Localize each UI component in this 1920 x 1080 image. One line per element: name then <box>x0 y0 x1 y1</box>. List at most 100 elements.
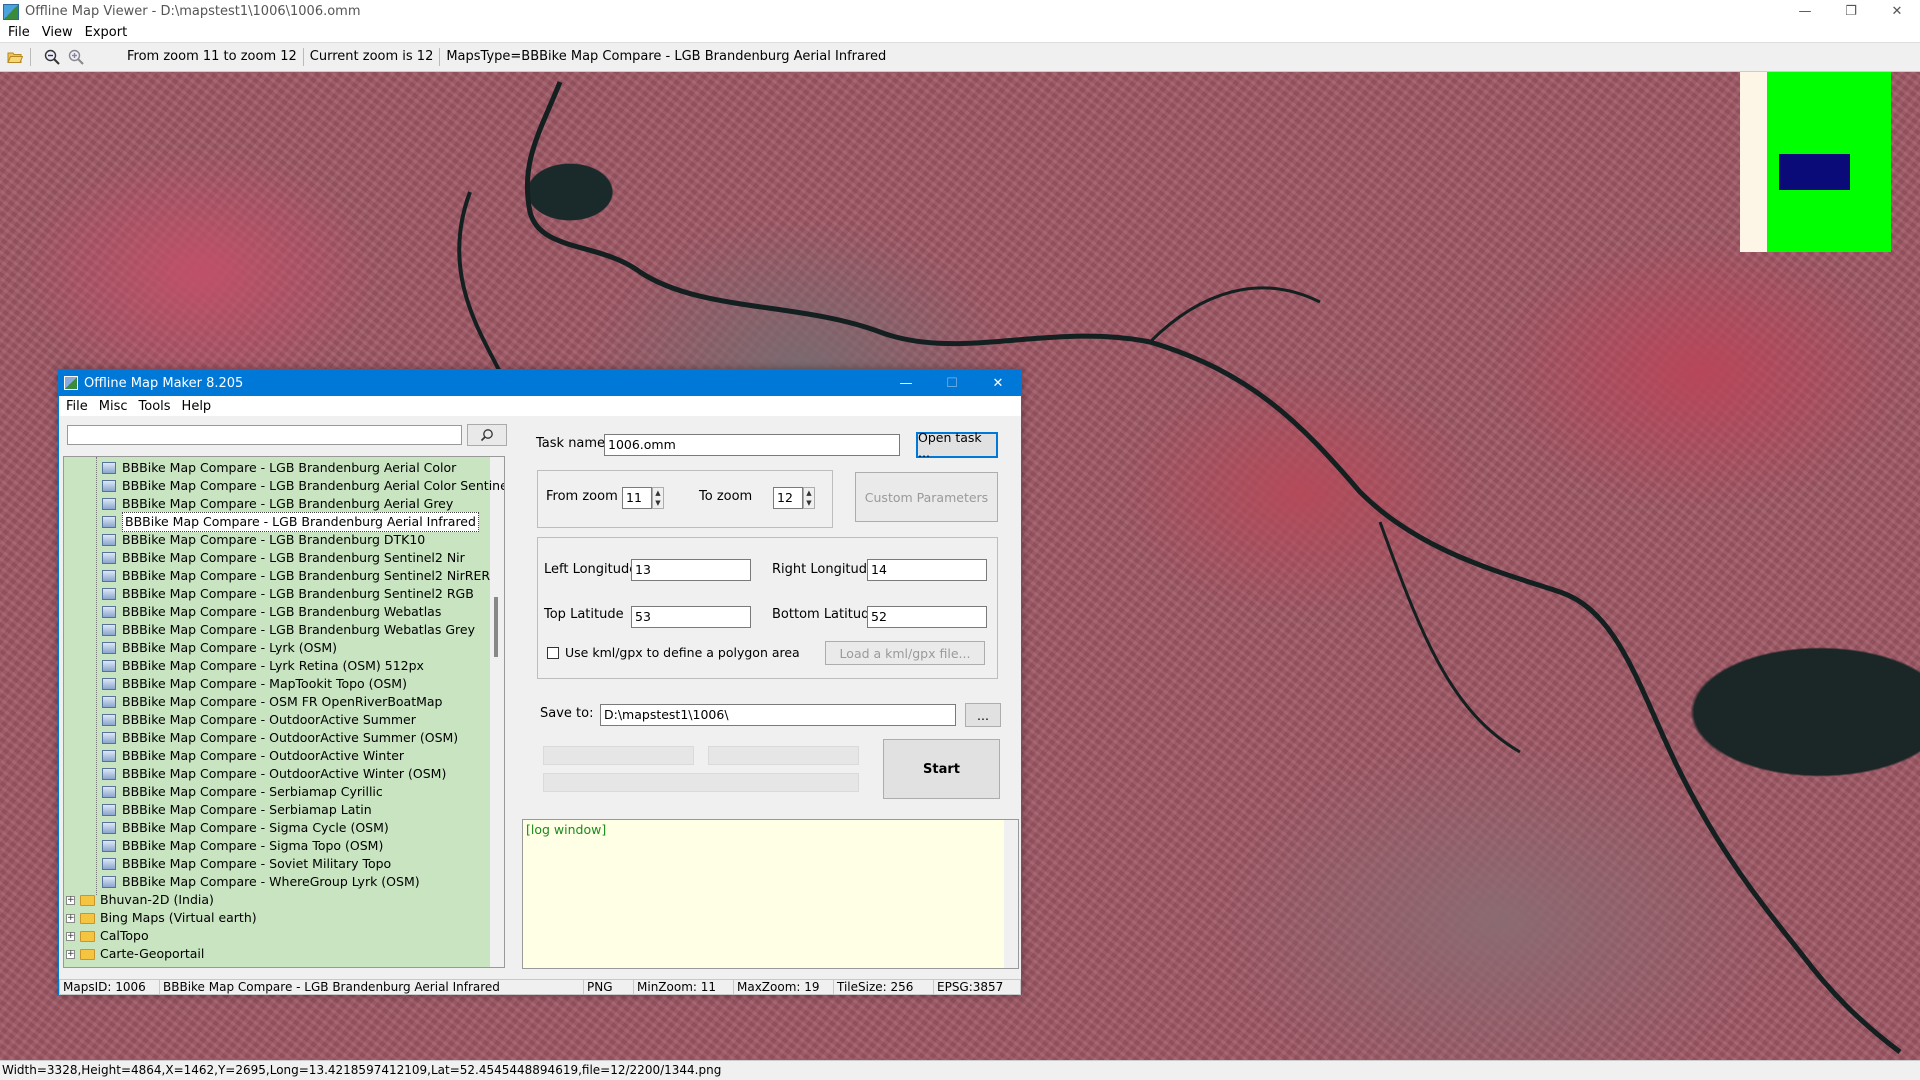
expand-icon[interactable]: + <box>66 968 75 969</box>
tree-item-label: BBBike Map Compare - LGB Brandenburg Web… <box>122 622 475 637</box>
tree-item-label: BBBike Map Compare - LGB Brandenburg Aer… <box>122 478 505 493</box>
task-name-input[interactable]: 1006.omm <box>604 434 900 456</box>
tree-item[interactable]: BBBike Map Compare - Serbiamap Cyrillic <box>102 783 383 801</box>
minimize-button[interactable]: — <box>1782 0 1828 23</box>
tree-item[interactable]: BBBike Map Compare - Sigma Topo (OSM) <box>102 837 383 855</box>
tree-item[interactable]: BBBike Map Compare - LGB Brandenburg Aer… <box>102 495 453 513</box>
map-layer-icon <box>102 642 116 654</box>
menu-view[interactable]: View <box>42 25 73 40</box>
viewer-status-bar: Width=3328,Height=4864,X=1462,Y=2695,Lon… <box>0 1060 1920 1080</box>
tree-folder[interactable]: + CalTopo <box>66 927 149 945</box>
zoom-in-icon[interactable] <box>67 48 85 66</box>
tree-item[interactable]: BBBike Map Compare - Soviet Military Top… <box>102 855 391 873</box>
tree-item[interactable]: BBBike Map Compare - OutdoorActive Summe… <box>102 711 416 729</box>
overview-minimap[interactable] <box>1740 72 1891 252</box>
load-kml-button[interactable]: Load a kml/gpx file... <box>825 641 985 665</box>
map-layer-icon <box>102 606 116 618</box>
bottom-latitude-input[interactable]: 52 <box>867 606 987 628</box>
tree-folder[interactable]: + Bhuvan-2D (India) <box>66 891 214 909</box>
to-zoom-input[interactable]: 12 <box>773 487 803 509</box>
log-text: [log window] <box>526 822 607 837</box>
map-source-tree[interactable]: BBBike Map Compare - LGB Brandenburg Aer… <box>63 456 505 968</box>
map-search-input[interactable] <box>67 425 462 445</box>
tree-item[interactable]: BBBike Map Compare - OutdoorActive Winte… <box>102 747 404 765</box>
tree-folder-label: CalTopo <box>100 928 149 943</box>
top-latitude-input[interactable]: 53 <box>631 606 751 628</box>
dialog-close-button[interactable]: ✕ <box>975 370 1021 396</box>
menu-file[interactable]: File <box>8 25 30 40</box>
zoom-out-icon[interactable] <box>43 48 61 66</box>
zoom-range-text: From zoom 11 to zoom 12 <box>121 48 304 66</box>
menu-export[interactable]: Export <box>85 25 128 40</box>
restore-button[interactable]: ❐ <box>1828 0 1874 23</box>
tree-folder[interactable]: + Carte-Geoportail <box>66 945 204 963</box>
use-kml-checkbox[interactable] <box>547 647 559 659</box>
tree-scroll-thumb[interactable] <box>494 597 498 657</box>
open-task-button[interactable]: Open task ... <box>916 430 998 460</box>
tree-folder[interactable]: + CARTO Basemaps <box>66 963 211 969</box>
map-layer-icon <box>102 732 116 744</box>
tree-item[interactable]: BBBike Map Compare - Serbiamap Latin <box>102 801 372 819</box>
tree-item[interactable]: BBBike Map Compare - MapTookit Topo (OSM… <box>102 675 407 693</box>
tree-item[interactable]: BBBike Map Compare - LGB Brandenburg Web… <box>102 621 475 639</box>
expand-icon[interactable]: + <box>66 931 75 941</box>
tree-item[interactable]: BBBike Map Compare - LGB Brandenburg Sen… <box>102 549 465 567</box>
tree-item-label: BBBike Map Compare - Sigma Cycle (OSM) <box>122 820 389 835</box>
status-tile-size: TileSize: 256 <box>833 979 933 995</box>
tree-item-label: BBBike Map Compare - LGB Brandenburg Aer… <box>122 460 457 475</box>
dialog-menu-tools[interactable]: Tools <box>139 399 171 414</box>
tree-item-label: BBBike Map Compare - LGB Brandenburg Sen… <box>122 586 474 601</box>
tree-item[interactable]: BBBike Map Compare - LGB Brandenburg Web… <box>102 603 441 621</box>
log-scrollbar[interactable] <box>1004 820 1018 968</box>
start-button[interactable]: Start <box>883 739 1000 799</box>
tree-item[interactable]: BBBike Map Compare - Lyrk Retina (OSM) 5… <box>102 657 424 675</box>
expand-icon[interactable]: + <box>66 895 75 905</box>
expand-icon[interactable]: + <box>66 949 75 959</box>
progress-bar-1 <box>543 746 694 765</box>
tree-item[interactable]: BBBike Map Compare - LGB Brandenburg Sen… <box>102 585 474 603</box>
tree-item[interactable]: BBBike Map Compare - WhereGroup Lyrk (OS… <box>102 873 420 891</box>
close-button[interactable]: ✕ <box>1874 0 1920 23</box>
tree-item[interactable]: BBBike Map Compare - LGB Brandenburg Aer… <box>102 512 479 532</box>
from-zoom-spinner[interactable]: ▲ ▼ <box>652 487 664 509</box>
tree-item[interactable]: BBBike Map Compare - Sigma Cycle (OSM) <box>102 819 389 837</box>
map-layer-icon <box>102 768 116 780</box>
left-longitude-input[interactable]: 13 <box>631 559 751 581</box>
tree-item[interactable]: BBBike Map Compare - LGB Brandenburg DTK… <box>102 531 425 549</box>
map-layer-icon <box>102 858 116 870</box>
to-zoom-spinner[interactable]: ▲ ▼ <box>803 487 815 509</box>
dialog-menu-file[interactable]: File <box>66 399 88 414</box>
tree-item[interactable]: BBBike Map Compare - Lyrk (OSM) <box>102 639 337 657</box>
dialog-menu-help[interactable]: Help <box>182 399 212 414</box>
tree-item[interactable]: BBBike Map Compare - LGB Brandenburg Aer… <box>102 459 456 477</box>
viewer-menu-bar: File View Export <box>0 23 1920 42</box>
browse-button[interactable]: ... <box>965 703 1001 727</box>
search-button[interactable] <box>467 424 507 446</box>
tree-item[interactable]: BBBike Map Compare - LGB Brandenburg Aer… <box>102 477 505 495</box>
search-icon <box>480 429 493 442</box>
log-window[interactable]: [log window] <box>522 819 1019 969</box>
dialog-menu-misc[interactable]: Misc <box>99 399 128 414</box>
tree-folder[interactable]: + Bing Maps (Virtual earth) <box>66 909 257 927</box>
tree-scrollbar[interactable] <box>490 457 504 967</box>
right-longitude-input[interactable]: 14 <box>867 559 987 581</box>
map-layer-icon <box>102 498 116 510</box>
tree-item[interactable]: BBBike Map Compare - LGB Brandenburg Sen… <box>102 567 490 585</box>
tree-item[interactable]: BBBike Map Compare - OutdoorActive Summe… <box>102 729 458 747</box>
tree-item-label: BBBike Map Compare - Lyrk Retina (OSM) 5… <box>122 658 424 673</box>
open-folder-icon[interactable] <box>6 48 24 66</box>
map-layer-icon <box>102 552 116 564</box>
toolbar-separator <box>30 48 31 66</box>
tree-folder-label: Carte-Geoportail <box>100 946 205 961</box>
overview-viewport[interactable] <box>1779 154 1850 190</box>
tree-item[interactable]: BBBike Map Compare - OutdoorActive Winte… <box>102 765 446 783</box>
save-to-input[interactable]: D:\mapstest1\1006\ <box>600 704 956 726</box>
tree-item-label: BBBike Map Compare - OutdoorActive Summe… <box>122 712 416 727</box>
expand-icon[interactable]: + <box>66 913 75 923</box>
custom-parameters-button[interactable]: Custom Parameters <box>855 472 998 522</box>
dialog-minimize-button[interactable]: — <box>883 370 929 396</box>
from-zoom-input[interactable]: 11 <box>622 487 652 509</box>
viewer-toolbar: From zoom 11 to zoom 12 Current zoom is … <box>0 42 1920 72</box>
tree-item[interactable]: BBBike Map Compare - OSM FR OpenRiverBoa… <box>102 693 442 711</box>
status-format: PNG <box>583 979 633 995</box>
